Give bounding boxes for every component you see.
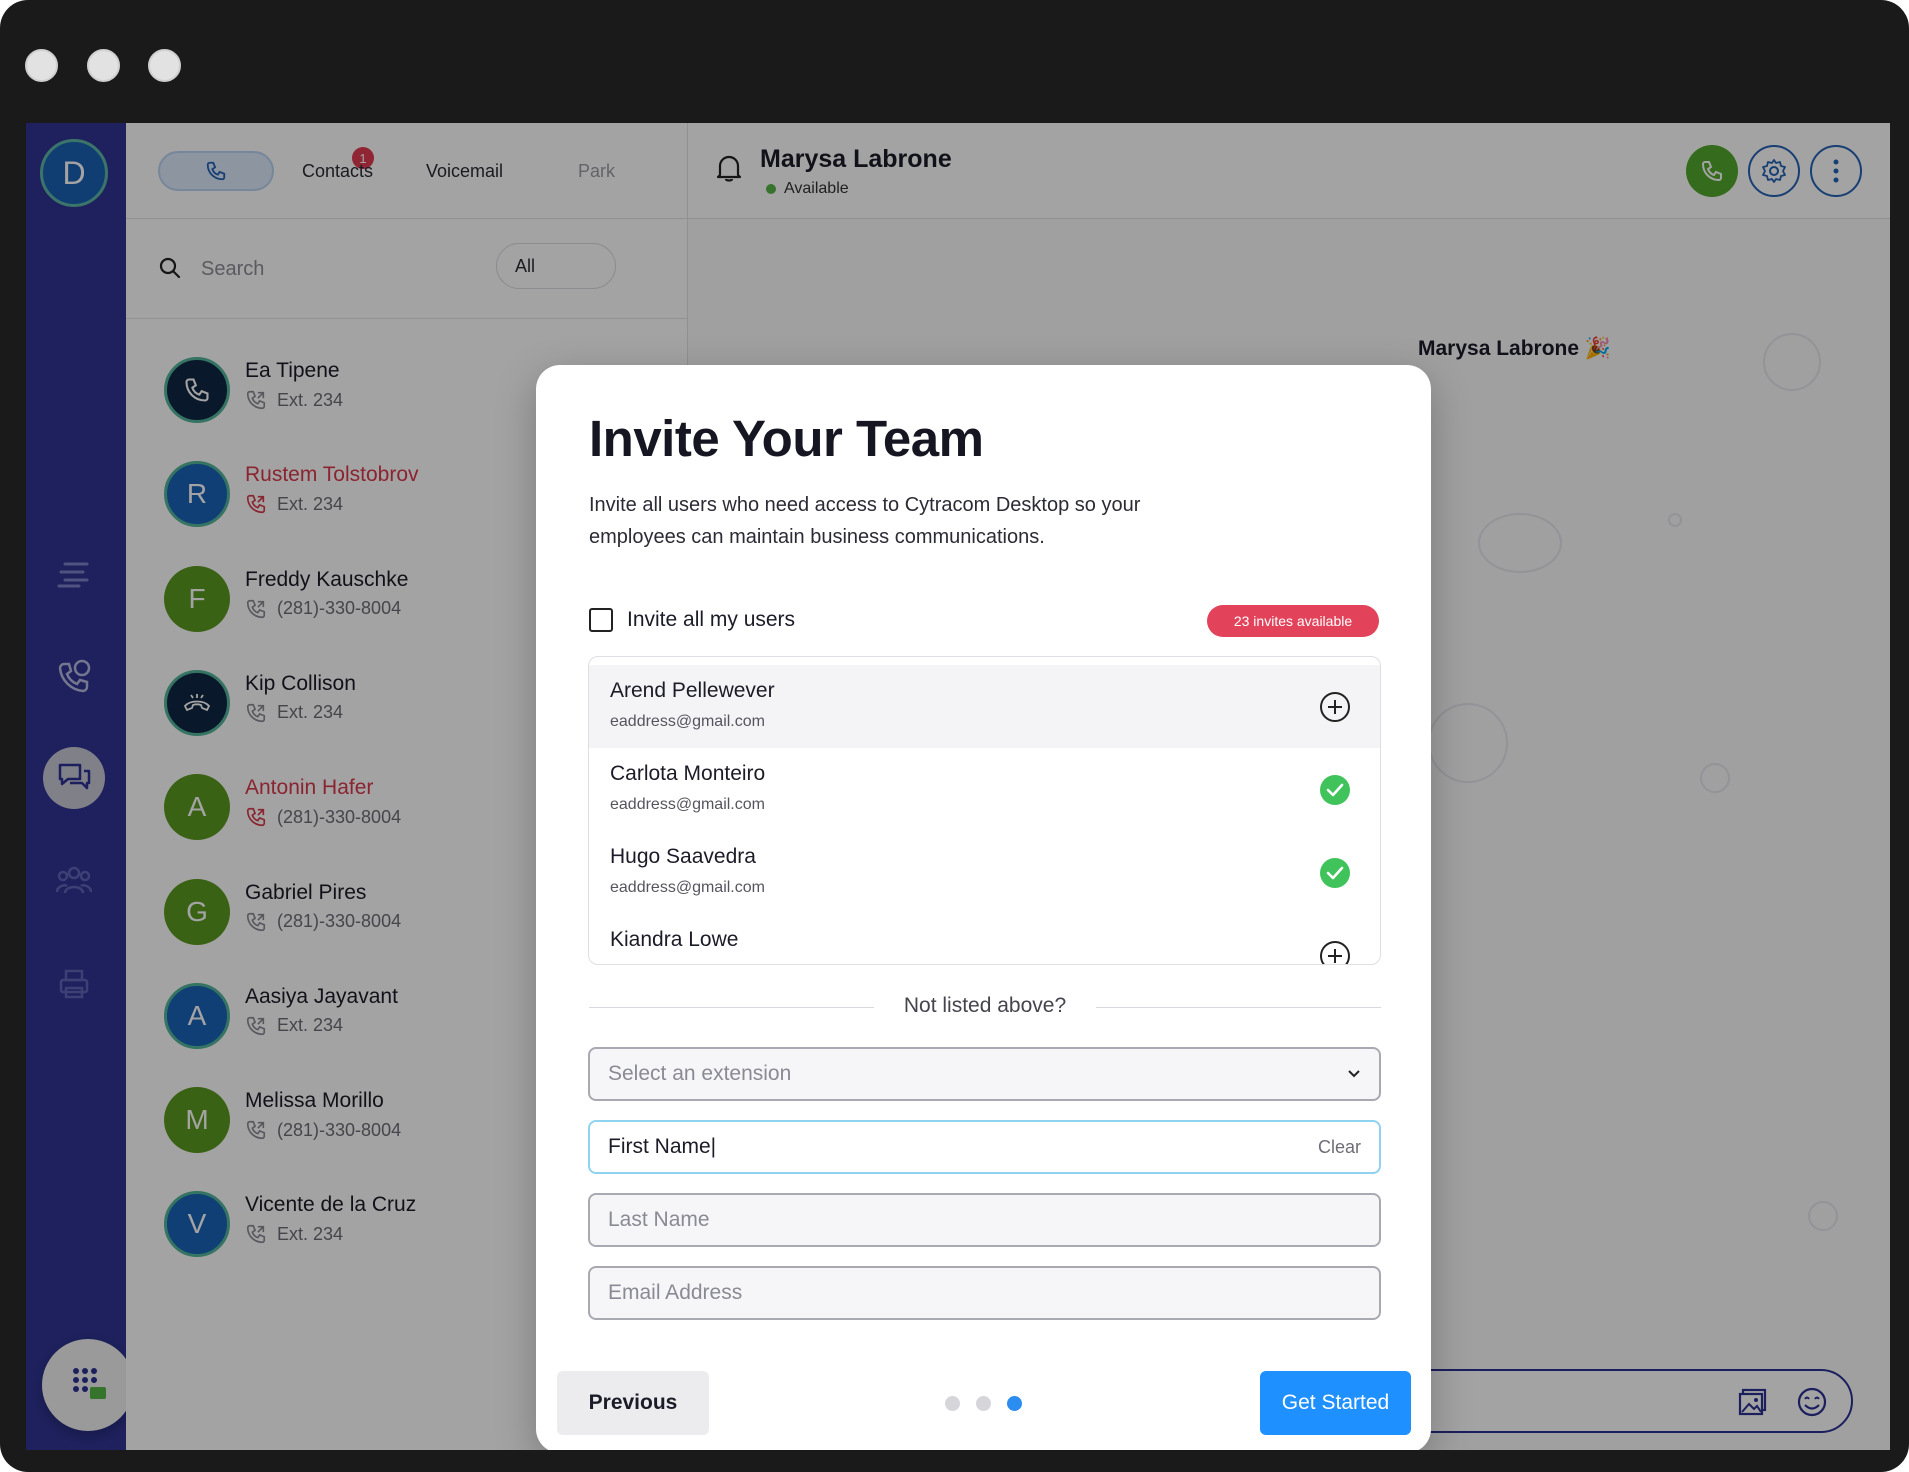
app-frame: D 1 Contacts Voicemail Park Search All E… — [0, 0, 1909, 1472]
extension-select[interactable]: Select an extension — [588, 1047, 1381, 1101]
first-name-input[interactable] — [608, 1135, 1248, 1159]
first-name-field[interactable]: Clear — [588, 1120, 1381, 1174]
not-listed-label: Not listed above? — [903, 994, 1067, 1017]
invite-all-checkbox[interactable] — [589, 608, 613, 632]
get-started-button[interactable]: Get Started — [1260, 1371, 1411, 1435]
user-name: Kiandra Lowe — [610, 928, 739, 951]
last-name-field[interactable] — [588, 1193, 1381, 1247]
chevron-down-icon — [1348, 1070, 1360, 1078]
invite-all-label: Invite all my users — [627, 608, 796, 631]
user-row[interactable]: Kiandra Lowe — [589, 914, 1380, 965]
clear-button[interactable]: Clear — [1318, 1137, 1361, 1158]
check-circle-icon[interactable] — [1319, 857, 1351, 889]
step-dot[interactable] — [1007, 1396, 1022, 1411]
step-dot[interactable] — [945, 1396, 960, 1411]
user-name: Hugo Saavedra — [610, 845, 756, 868]
user-email: eaddress@gmail.com — [610, 713, 765, 730]
window-maximize-button[interactable] — [148, 49, 181, 82]
check-circle-icon[interactable] — [1319, 774, 1351, 806]
invite-all-option[interactable]: Invite all my users — [589, 608, 795, 632]
invites-available-badge: 23 invites available — [1207, 605, 1379, 637]
invite-team-modal: Invite Your Team Invite all users who ne… — [536, 365, 1431, 1450]
step-indicator — [945, 1396, 1022, 1411]
user-name: Carlota Monteiro — [610, 762, 766, 785]
user-row[interactable]: Arend Pellewever eaddress@gmail.com — [589, 665, 1380, 748]
user-row[interactable]: Carlota Monteiro eaddress@gmail.com — [589, 748, 1380, 831]
email-field[interactable] — [588, 1266, 1381, 1320]
app-window: D 1 Contacts Voicemail Park Search All E… — [26, 123, 1890, 1450]
step-dot[interactable] — [976, 1396, 991, 1411]
window-close-button[interactable] — [25, 49, 58, 82]
modal-description: Invite all users who need access to Cytr… — [589, 494, 1141, 548]
last-name-input[interactable] — [608, 1208, 1248, 1232]
not-listed-divider: Not listed above? — [589, 992, 1381, 1022]
modal-title: Invite Your Team — [589, 410, 984, 467]
add-circle-icon[interactable] — [1319, 940, 1351, 965]
previous-button[interactable]: Previous — [557, 1371, 709, 1435]
add-circle-icon[interactable] — [1319, 691, 1351, 723]
email-input[interactable] — [608, 1281, 1248, 1305]
user-email: eaddress@gmail.com — [610, 796, 765, 813]
user-list: Arend Pellewever eaddress@gmail.com Carlot… — [588, 656, 1381, 965]
user-email: eaddress@gmail.com — [610, 879, 765, 896]
extension-placeholder: Select an extension — [608, 1062, 792, 1085]
user-row[interactable]: Hugo Saavedra eaddress@gmail.com — [589, 831, 1380, 914]
window-minimize-button[interactable] — [87, 49, 120, 82]
user-name: Arend Pellewever — [610, 679, 775, 702]
